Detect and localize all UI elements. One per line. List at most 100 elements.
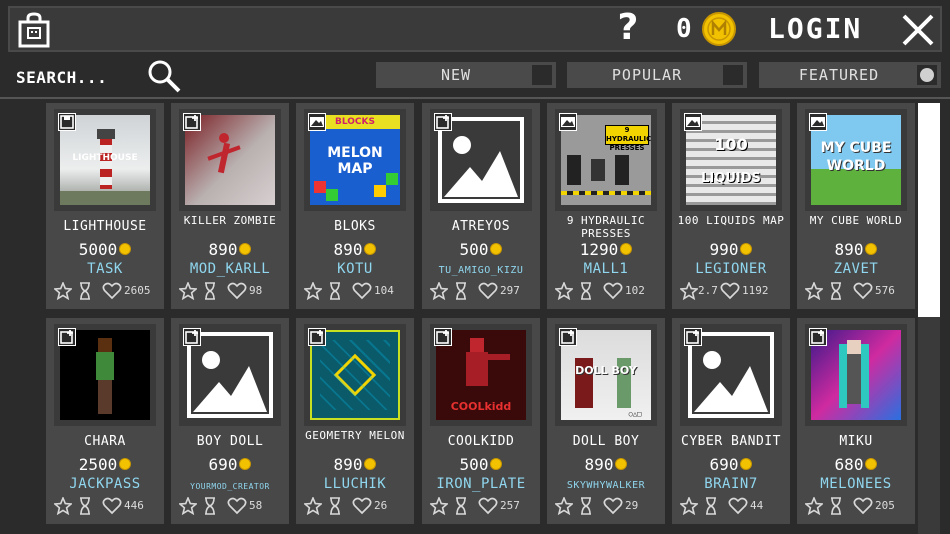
thumb-caption: LIQUIDS — [701, 171, 761, 186]
mod-author[interactable]: MELONEES — [797, 476, 915, 492]
mod-author[interactable]: TASK — [46, 261, 164, 277]
mod-price: 1290 — [547, 241, 665, 259]
mod-title: BLOKS — [334, 219, 376, 234]
mod-card[interactable]: 100 LIQUIDS 100 LIQUIDS MAP 990 LEGIONER 2.7 1… — [672, 103, 790, 309]
coin-icon — [239, 457, 252, 470]
mod-stats: 58 — [179, 496, 287, 516]
mod-title: MIKU — [839, 434, 873, 449]
search-icon[interactable] — [146, 58, 182, 94]
add-icon — [434, 328, 452, 346]
mod-thumbnail[interactable] — [54, 324, 156, 426]
mod-author[interactable]: MOD_KARLL — [171, 261, 289, 277]
filter-featured-button[interactable]: FEATURED — [759, 62, 941, 88]
mod-thumbnail[interactable]: LIGHTHOUSE — [54, 109, 156, 211]
add-icon — [559, 328, 577, 346]
mod-author[interactable]: KOTU — [296, 261, 414, 277]
filter-new-checkbox[interactable] — [532, 65, 552, 85]
like-count: 576 — [875, 284, 895, 297]
like-count: 205 — [875, 499, 895, 512]
scrollbar-thumb[interactable] — [918, 103, 940, 317]
mod-card[interactable]: 9 HYDRAULIC PRESSES 9 HYDRAULIC PRESSES 12… — [547, 103, 665, 309]
mod-thumbnail[interactable] — [179, 109, 281, 211]
filter-featured-checkbox[interactable] — [917, 65, 937, 85]
coin-icon — [364, 457, 377, 470]
add-icon — [308, 328, 326, 346]
filter-new-label: NEW — [440, 66, 472, 84]
price-value: 890 — [333, 240, 363, 259]
mod-thumbnail[interactable] — [179, 324, 281, 426]
shopping-bag-icon[interactable] — [18, 12, 50, 48]
login-button[interactable]: LOGIN — [768, 10, 862, 48]
filter-popular-button[interactable]: POPULAR — [567, 62, 747, 88]
thumb-caption: DOLL BOY — [575, 364, 637, 377]
mod-author[interactable]: MALL1 — [547, 261, 665, 277]
like-count: 104 — [374, 284, 394, 297]
mod-title: KILLER ZOMBIE — [183, 214, 277, 227]
mod-thumbnail[interactable]: 9 HYDRAULIC PRESSES — [555, 109, 657, 211]
mod-stats: 257 — [430, 496, 538, 516]
mod-thumbnail[interactable]: 100 LIQUIDS — [680, 109, 782, 211]
mod-thumbnail[interactable]: DOLL BOY ○△□ — [555, 324, 657, 426]
coin-icon — [740, 457, 753, 470]
like-count: 98 — [249, 284, 263, 297]
mod-card[interactable]: GEOMETRY MELON 890 LLUCHIK 26 — [296, 318, 414, 524]
mod-price: 500 — [422, 456, 540, 474]
price-value: 890 — [208, 240, 238, 259]
mod-card[interactable]: DOLL BOY ○△□ DOLL BOY 890 SKYWHYWALKER 29 — [547, 318, 665, 524]
mod-author[interactable]: YOURMOD_CREATOR — [171, 479, 289, 495]
price-value: 500 — [459, 455, 489, 474]
mod-thumbnail[interactable]: COOLkidd — [430, 324, 532, 426]
mod-card[interactable]: CYBER BANDIT 690 BRAIN7 44 — [672, 318, 790, 524]
coin-icon — [740, 242, 753, 255]
mod-author[interactable]: JACKPASS — [46, 476, 164, 492]
rating-value: 2.7 — [698, 284, 718, 297]
coin-icon — [364, 242, 377, 255]
mod-author[interactable]: ZAVET — [797, 261, 915, 277]
mod-card[interactable]: LIGHTHOUSE LIGHTHOUSE 5000 TASK 2605 — [46, 103, 164, 309]
like-count: 26 — [374, 499, 388, 512]
price-value: 5000 — [78, 240, 118, 259]
add-icon — [58, 328, 76, 346]
filter-new-button[interactable]: NEW — [376, 62, 556, 88]
filter-popular-label: POPULAR — [611, 66, 683, 84]
add-icon — [434, 113, 452, 131]
mod-thumbnail[interactable] — [304, 324, 406, 426]
search-input[interactable]: SEARCH... — [16, 68, 107, 88]
mod-author[interactable]: SKYWHYWALKER — [547, 478, 665, 494]
mod-author[interactable]: BRAIN7 — [672, 476, 790, 492]
mod-card[interactable]: COOLkidd COOLKIDD 500 IRON_PLATE 257 — [422, 318, 540, 524]
like-count: 29 — [625, 499, 639, 512]
mod-title: 100 LIQUIDS MAP — [677, 214, 785, 227]
mod-author[interactable]: IRON_PLATE — [422, 476, 540, 492]
mod-card[interactable]: BOY DOLL 690 YOURMOD_CREATOR 58 — [171, 318, 289, 524]
like-count: 58 — [249, 499, 263, 512]
mod-price: 890 — [797, 241, 915, 259]
mod-card[interactable]: BLOCKS MELON MAP BLOKS 890 KOTU 104 — [296, 103, 414, 309]
mod-author[interactable]: TU_AMIGO_KIZU — [422, 263, 540, 279]
filter-popular-checkbox[interactable] — [723, 65, 743, 85]
like-count: 446 — [124, 499, 144, 512]
mod-thumbnail[interactable] — [805, 324, 907, 426]
mod-thumbnail[interactable] — [430, 109, 532, 211]
mod-price: 890 — [296, 241, 414, 259]
mod-title: COOLKIDD — [447, 434, 515, 449]
mod-price: 2500 — [46, 456, 164, 474]
mod-author[interactable]: LEGIONER — [672, 261, 790, 277]
mod-card[interactable]: KILLER ZOMBIE 890 MOD_KARLL 98 — [171, 103, 289, 309]
mod-card[interactable]: MY CUBE WORLD MY CUBE WORLD 890 ZAVET 576 — [797, 103, 915, 309]
close-icon[interactable] — [900, 12, 936, 48]
mod-author[interactable]: LLUCHIK — [296, 476, 414, 492]
price-value: 690 — [709, 455, 739, 474]
mod-stats: 104 — [304, 281, 412, 301]
mod-title: ATREYOS — [451, 219, 511, 234]
mod-thumbnail[interactable]: BLOCKS MELON MAP — [304, 109, 406, 211]
mod-card[interactable]: CHARA 2500 JACKPASS 446 — [46, 318, 164, 524]
help-button[interactable]: ? — [612, 6, 644, 50]
add-icon — [183, 328, 201, 346]
price-value: 2500 — [78, 455, 118, 474]
mod-thumbnail[interactable] — [680, 324, 782, 426]
mod-card[interactable]: ATREYOS 500 TU_AMIGO_KIZU 297 — [422, 103, 540, 309]
mod-thumbnail[interactable]: MY CUBE WORLD — [805, 109, 907, 211]
save-icon — [58, 113, 76, 131]
mod-card[interactable]: MIKU 680 MELONEES 205 — [797, 318, 915, 524]
